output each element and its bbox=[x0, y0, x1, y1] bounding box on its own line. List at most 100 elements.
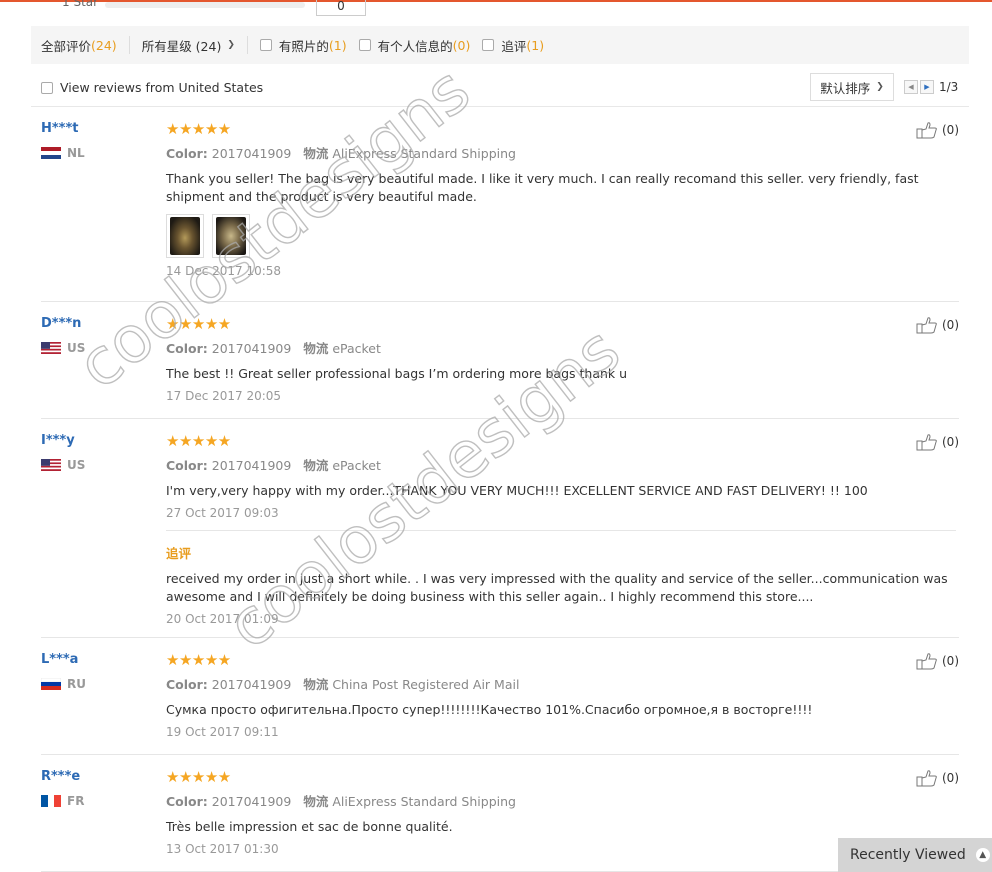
reviewer-info: H***t NL bbox=[41, 121, 161, 160]
review-date: 17 Dec 2017 20:05 bbox=[166, 389, 282, 403]
filter-followup-label: 追评 bbox=[501, 38, 527, 54]
filter-all-reviews[interactable]: 全部评价 (24) bbox=[41, 36, 117, 55]
reviewer-name: I***y bbox=[41, 433, 75, 448]
star-filter-label: 1 Star bbox=[62, 0, 99, 9]
chevron-down-icon: ❯ bbox=[227, 40, 235, 50]
helpful-count: (0) bbox=[942, 435, 959, 449]
review-item: L***a RU ★★★★★ Color: 2017041909 物流 China… bbox=[41, 652, 959, 755]
country-code: NL bbox=[67, 146, 85, 160]
prev-page-button[interactable]: ◀ bbox=[904, 80, 918, 94]
filter-all-count: (24) bbox=[91, 37, 117, 53]
divider bbox=[31, 106, 969, 107]
filter-personal-count: (0) bbox=[452, 37, 471, 53]
color-label: Color: bbox=[166, 341, 208, 356]
star-rating-label: 所有星级 (24) bbox=[141, 38, 222, 54]
reviewer-info: R***e FR bbox=[41, 769, 161, 808]
chevron-down-icon: ❯ bbox=[876, 82, 884, 92]
review-date: 27 Oct 2017 09:03 bbox=[166, 506, 279, 520]
review-text: I'm very,very happy with my order...THAN… bbox=[166, 483, 868, 498]
filter-with-photos[interactable]: 有照片的 (1) bbox=[259, 36, 347, 55]
helpful-count: (0) bbox=[942, 771, 959, 785]
review-text: Сумка просто офигительна.Просто супер!!!… bbox=[166, 702, 813, 717]
reviewer-name: D***n bbox=[41, 316, 82, 331]
country-code: RU bbox=[67, 677, 86, 691]
reviewer-info: L***a RU bbox=[41, 652, 161, 691]
us-reviews-checkbox[interactable] bbox=[41, 81, 53, 94]
us-flag-icon bbox=[41, 342, 61, 354]
star-rating-dropdown[interactable]: 所有星级 (24) ❯ bbox=[142, 36, 235, 55]
color-value: 2017041909 bbox=[211, 677, 292, 692]
color-label: Color: bbox=[166, 677, 208, 692]
recently-viewed-label: Recently Viewed bbox=[850, 847, 966, 863]
shipping-value: AliExpress Standard Shipping bbox=[332, 794, 516, 809]
divider bbox=[128, 36, 130, 54]
thumbs-up-icon bbox=[916, 770, 937, 787]
filter-photos-count: (1) bbox=[328, 37, 347, 53]
review-text: Très belle impression et sac de bonne qu… bbox=[166, 819, 453, 834]
review-item: R***e FR ★★★★★ Color: 2017041909 物流 AliEx… bbox=[41, 769, 959, 872]
recently-viewed-button[interactable]: Recently Viewed ▲ bbox=[838, 838, 992, 872]
reviewer-info: I***y US bbox=[41, 433, 161, 472]
reviewer-name: R***e bbox=[41, 769, 81, 784]
reviewer-country: FR bbox=[41, 794, 161, 808]
review-item: H***t NL ★★★★★ Color: 2017041909 物流 AliEx… bbox=[41, 121, 959, 302]
color-value: 2017041909 bbox=[211, 146, 292, 161]
review-meta: Color: 2017041909 物流 ePacket bbox=[166, 338, 956, 357]
bag-photo bbox=[170, 217, 200, 255]
divider bbox=[246, 36, 248, 54]
photos-checkbox[interactable] bbox=[259, 39, 272, 51]
bag-photo bbox=[216, 217, 246, 255]
shipping-value: China Post Registered Air Mail bbox=[332, 677, 520, 692]
review-text: The best !! Great seller professional ba… bbox=[166, 366, 628, 381]
review-meta: Color: 2017041909 物流 AliExpress Standard … bbox=[166, 143, 956, 162]
helpful-button[interactable]: (0) bbox=[916, 316, 959, 334]
us-reviews-filter[interactable]: View reviews from United States bbox=[41, 80, 263, 95]
helpful-button[interactable]: (0) bbox=[916, 433, 959, 451]
shipping-label: 物流 bbox=[303, 341, 329, 356]
helpful-button[interactable]: (0) bbox=[916, 121, 959, 139]
chevron-up-icon: ▲ bbox=[975, 848, 990, 862]
review-text: Thank you seller! The bag is very beauti… bbox=[166, 171, 919, 204]
thumbs-up-icon bbox=[916, 434, 937, 451]
followup-review-text: received my order in just a short while.… bbox=[166, 571, 948, 604]
country-code: US bbox=[67, 458, 86, 472]
review-photo-thumbnail[interactable] bbox=[212, 214, 250, 258]
sort-dropdown[interactable]: 默认排序 ❯ bbox=[810, 73, 894, 101]
review-date: 14 Dec 2017 10:58 bbox=[166, 264, 282, 278]
nl-flag-icon bbox=[41, 147, 61, 159]
star-rating: ★★★★★ bbox=[166, 120, 231, 138]
followup-review-date: 20 Oct 2017 01:09 bbox=[166, 612, 279, 626]
filter-personal-info[interactable]: 有个人信息的 (0) bbox=[358, 36, 471, 55]
color-value: 2017041909 bbox=[211, 458, 292, 473]
star-distribution-bar bbox=[105, 2, 305, 8]
reviewer-country: RU bbox=[41, 677, 161, 691]
page-indicator: 1/3 bbox=[939, 80, 959, 94]
reviewer-country: US bbox=[41, 458, 161, 472]
shipping-label: 物流 bbox=[303, 458, 329, 473]
color-label: Color: bbox=[166, 458, 208, 473]
personal-info-checkbox[interactable] bbox=[358, 39, 371, 51]
review-filter-bar: 全部评价 (24) 所有星级 (24) ❯ 有照片的 (1) 有个人信息的 (0) 追评… bbox=[31, 26, 969, 64]
divider bbox=[166, 530, 956, 531]
filter-followup[interactable]: 追评 (1) bbox=[482, 36, 544, 55]
fr-flag-icon bbox=[41, 795, 61, 807]
us-reviews-label: View reviews from United States bbox=[60, 80, 264, 95]
star-rating: ★★★★★ bbox=[166, 432, 231, 450]
reviewer-name: H***t bbox=[41, 121, 79, 136]
shipping-label: 物流 bbox=[303, 794, 329, 809]
color-label: Color: bbox=[166, 794, 208, 809]
helpful-button[interactable]: (0) bbox=[916, 769, 959, 787]
filter-photos-label: 有照片的 bbox=[278, 38, 329, 54]
sort-label: 默认排序 bbox=[820, 80, 871, 96]
followup-checkbox[interactable] bbox=[482, 39, 495, 51]
reviewer-country: NL bbox=[41, 146, 161, 160]
review-content: ★★★★★ Color: 2017041909 物流 ePacket I'm ve… bbox=[166, 433, 956, 626]
review-photos bbox=[166, 214, 956, 258]
next-page-button[interactable]: ▶ bbox=[920, 80, 934, 94]
review-photo-thumbnail[interactable] bbox=[166, 214, 204, 258]
review-item: D***n US ★★★★★ Color: 2017041909 物流 ePack… bbox=[41, 316, 959, 419]
star-rating: ★★★★★ bbox=[166, 315, 231, 333]
country-code: US bbox=[67, 341, 86, 355]
helpful-button[interactable]: (0) bbox=[916, 652, 959, 670]
thumbs-up-icon bbox=[916, 122, 937, 139]
